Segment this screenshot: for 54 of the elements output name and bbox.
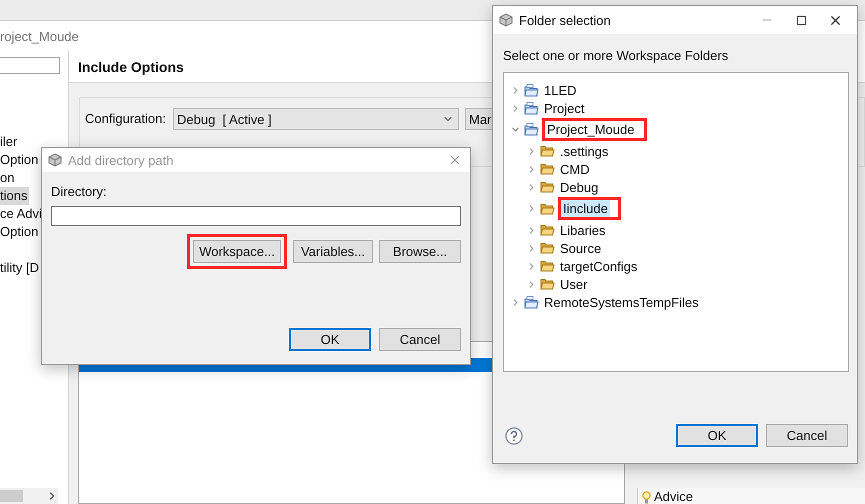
dialog-button[interactable]: Workspace... — [193, 240, 281, 263]
tree-item[interactable]: User — [558, 276, 590, 292]
tree-item[interactable]: Project_Moude — [545, 121, 636, 138]
app-icon — [499, 13, 513, 27]
window-title: roject_Moude — [0, 28, 79, 44]
tree-item[interactable]: Libaries — [558, 222, 608, 238]
tree-item[interactable]: Debug — [558, 178, 600, 196]
sidebar-item[interactable]: Option — [0, 223, 40, 241]
help-icon[interactable] — [505, 426, 523, 444]
directory-label: Directory: — [51, 184, 108, 199]
sidebar-item[interactable]: tions — [0, 187, 30, 205]
filter-field[interactable] — [0, 57, 60, 74]
lightbulb-icon — [642, 491, 651, 504]
configuration-dropdown[interactable]: Debug [ Active ] — [173, 108, 459, 130]
project-folder-icon — [524, 84, 539, 96]
tree-item[interactable]: 1LED — [542, 82, 579, 98]
maximize-icon[interactable] — [796, 14, 806, 26]
tree-item[interactable]: RemoteSystemsTempFiles — [542, 294, 701, 310]
sidebar-item[interactable]: Option — [0, 151, 40, 169]
dialog-title: Add directory path — [68, 152, 175, 168]
app-icon — [48, 153, 62, 167]
folder-icon — [540, 163, 555, 175]
prompt-text: Select one or more Workspace Folders — [503, 48, 728, 63]
ok-button[interactable]: OK — [289, 328, 371, 351]
tree-item[interactable]: Iinclude — [561, 200, 610, 217]
ok-button[interactable]: OK — [676, 424, 758, 447]
folder-icon — [540, 224, 555, 236]
directory-field[interactable] — [51, 206, 461, 226]
sidebar-item[interactable]: iler — [0, 133, 20, 151]
cancel-button[interactable]: Cancel — [379, 328, 461, 351]
folder-icon — [540, 181, 555, 193]
folder-icon — [540, 202, 555, 214]
tree-item[interactable]: Project — [542, 100, 586, 116]
project-folder-icon — [524, 123, 539, 136]
dialog-button[interactable]: Browse... — [379, 240, 461, 263]
folder-icon — [540, 242, 555, 254]
project-folder-icon — [524, 102, 539, 114]
tree-item[interactable]: Source — [558, 240, 604, 256]
sidebar-item[interactable]: tility [D — [0, 259, 41, 277]
sidebar-item[interactable]: ce Advi — [0, 205, 44, 223]
project-folder-icon — [524, 296, 539, 308]
sidebar-item[interactable]: on — [0, 169, 16, 187]
horizontal-scrollbar[interactable] — [0, 488, 58, 504]
advice-tab[interactable]: Advice — [637, 488, 865, 504]
folder-icon — [540, 278, 555, 290]
folder-icon — [540, 145, 555, 157]
folder-icon — [540, 260, 555, 272]
dialog-title: Folder selection — [519, 12, 612, 28]
configuration-label: Configuration: — [85, 110, 167, 128]
tree-item[interactable]: CMD — [558, 160, 592, 178]
dialog-button[interactable]: Variables... — [293, 240, 373, 263]
cancel-button[interactable]: Cancel — [766, 424, 848, 447]
tree-item[interactable]: .settings — [558, 142, 610, 160]
tree-item[interactable]: targetConfigs — [558, 258, 640, 274]
